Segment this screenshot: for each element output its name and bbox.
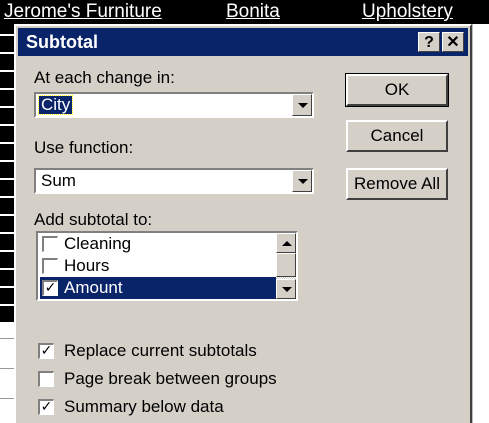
ok-button[interactable]: OK [345, 73, 449, 107]
cancel-button[interactable]: Cancel [346, 120, 448, 152]
checkbox-amount[interactable]: ✓ [42, 280, 58, 296]
remove-all-button[interactable]: Remove All [346, 168, 448, 200]
add-subtotal-label: Add subtotal to: [34, 210, 153, 229]
checkbox-hours[interactable] [42, 258, 58, 274]
help-icon: ? [424, 34, 434, 51]
sheet-gridline [0, 368, 14, 369]
title-bar[interactable]: Subtotal ? ✕ [18, 28, 468, 56]
scroll-thumb[interactable] [276, 253, 296, 277]
sheet-cell-category: Upholstery [362, 1, 453, 22]
subtotal-columns-list[interactable]: Cleaning Hours ✓ Amount [36, 231, 298, 301]
list-item-cleaning[interactable]: Cleaning [40, 233, 278, 255]
option-label: Summary below data [64, 397, 224, 416]
option-label: Replace current subtotals [64, 341, 257, 360]
scroll-down-button[interactable] [276, 279, 296, 299]
function-value: Sum [41, 171, 76, 190]
list-item-label: Cleaning [64, 234, 132, 253]
sheet-right-edge [472, 24, 489, 423]
checkbox-summary[interactable]: ✓ [38, 399, 54, 415]
function-select[interactable]: Sum [34, 168, 314, 194]
sheet-gridline [0, 338, 14, 339]
option-label: Page break between groups [64, 369, 277, 388]
change-in-value: City [37, 95, 74, 115]
chevron-up-icon [282, 241, 292, 246]
dialog-title: Subtotal [26, 32, 98, 52]
checkbox-replace[interactable]: ✓ [38, 343, 54, 359]
chevron-down-icon [298, 179, 308, 184]
sheet-cell-city: Bonita [226, 1, 280, 22]
scroll-up-button[interactable] [276, 233, 296, 253]
sheet-gridline [0, 398, 14, 399]
checkbox-page-break[interactable] [38, 371, 54, 387]
help-button[interactable]: ? [418, 32, 440, 52]
close-button[interactable]: ✕ [442, 32, 464, 52]
list-item-label: Hours [64, 256, 110, 275]
sheet-row: Jerome's Furniture Bonita Upholstery [0, 0, 489, 24]
list-scrollbar[interactable] [276, 233, 296, 299]
list-item-amount[interactable]: ✓ Amount [40, 277, 278, 299]
change-in-dropdown-button[interactable] [292, 94, 312, 116]
close-icon: ✕ [446, 34, 460, 51]
list-item-label: Amount [64, 278, 123, 297]
checkbox-cleaning[interactable] [42, 236, 58, 252]
function-label: Use function: [34, 138, 134, 157]
change-in-select[interactable]: City [34, 92, 314, 118]
sheet-cell-company: Jerome's Furniture [4, 1, 162, 22]
subtotal-dialog: Subtotal ? ✕ At each change in: City Use… [14, 24, 472, 423]
sheet-left-edge [0, 24, 14, 324]
list-item-hours[interactable]: Hours [40, 255, 278, 277]
function-dropdown-button[interactable] [292, 170, 312, 192]
change-label: At each change in: [34, 68, 175, 87]
chevron-down-icon [282, 287, 292, 292]
chevron-down-icon [298, 103, 308, 108]
